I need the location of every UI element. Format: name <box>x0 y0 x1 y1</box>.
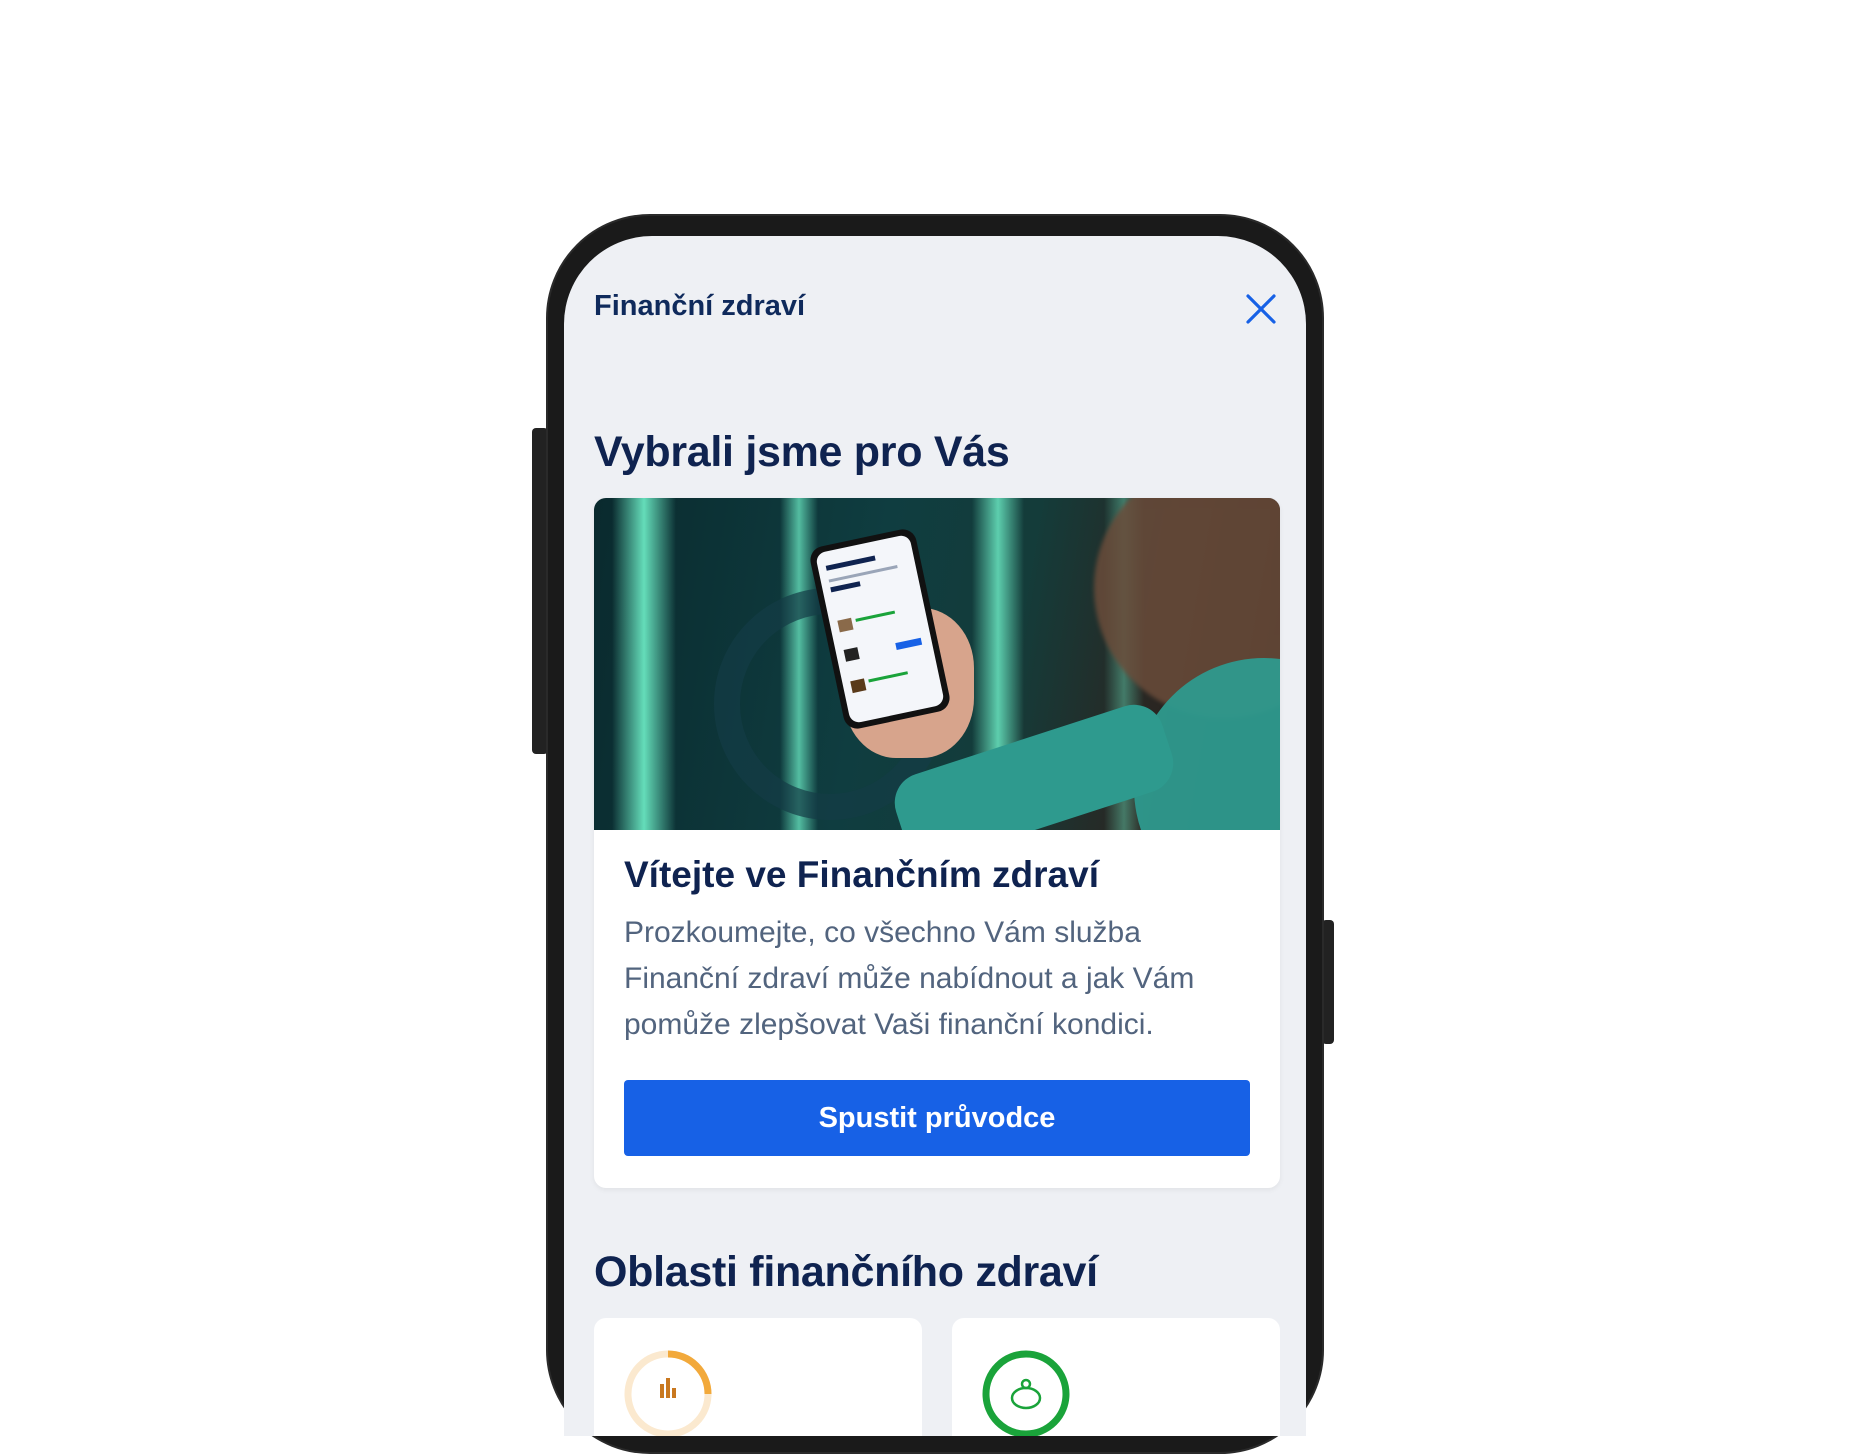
promo-card-text: Prozkoumejte, co všechno Vám služba Fina… <box>624 916 1195 1041</box>
area-card-savings[interactable] <box>952 1318 1280 1436</box>
area-card-budget[interactable] <box>594 1318 922 1436</box>
app-screen: Finanční zdraví Vybrali jsme pro Vás Vít… <box>564 236 1306 1436</box>
section-title-areas: Oblasti finančního zdraví <box>594 1248 1098 1296</box>
section-title-recommended: Vybrali jsme pro Vás <box>594 428 1010 476</box>
promo-card-title: Vítejte ve Finančním zdraví <box>624 854 1099 895</box>
budget-chart-icon <box>624 1350 712 1436</box>
savings-piggy-icon <box>982 1350 1070 1436</box>
page-title: Finanční zdraví <box>594 290 806 322</box>
start-guide-button[interactable]: Spustit průvodce <box>624 1080 1250 1156</box>
close-icon[interactable] <box>1244 292 1278 326</box>
promo-card[interactable]: Vítejte ve Finančním zdraví Prozkoumejte… <box>594 498 1280 1188</box>
hand-holding-phone-image <box>594 498 1280 830</box>
